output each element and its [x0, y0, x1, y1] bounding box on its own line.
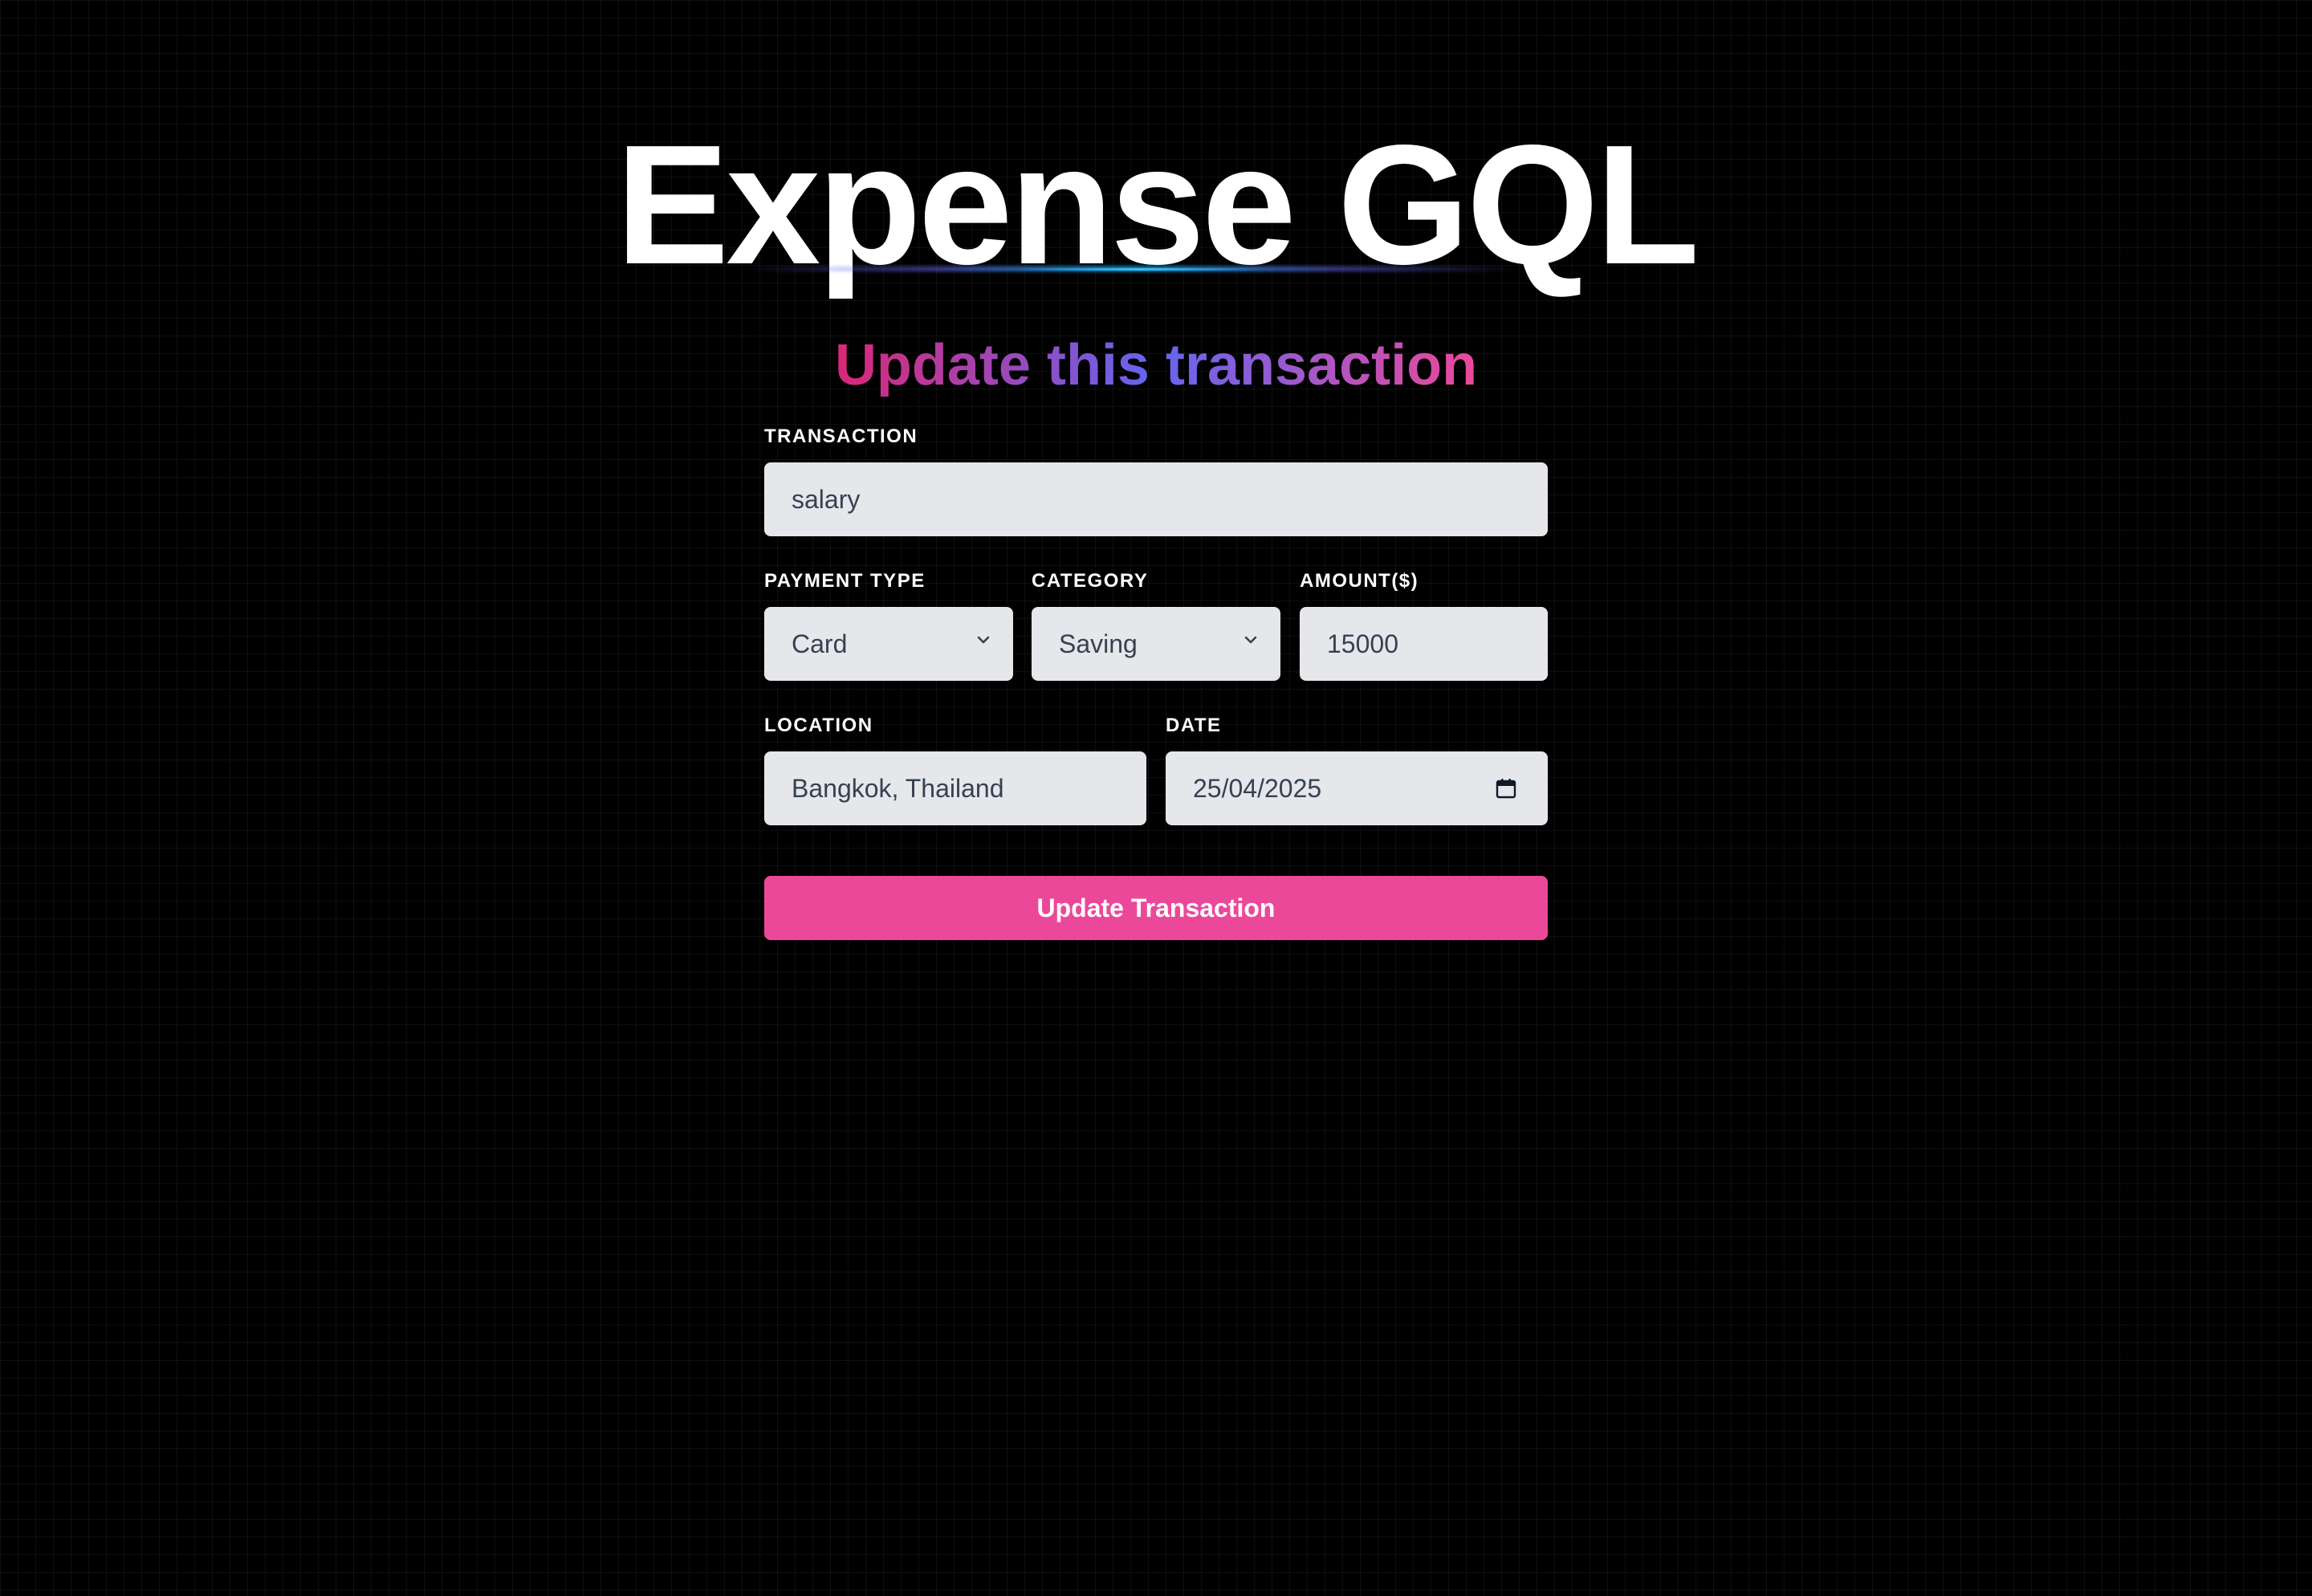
amount-field: AMOUNT($) 15000 [1300, 570, 1548, 681]
payment-type-label: PAYMENT TYPE [764, 570, 926, 592]
payment-type-select[interactable]: Card [764, 607, 1013, 681]
category-label: CATEGORY [1032, 570, 1149, 592]
location-label: LOCATION [764, 715, 873, 736]
transaction-input[interactable]: salary [764, 462, 1548, 536]
form-heading: Update this transaction [0, 329, 2312, 401]
calendar-icon[interactable] [1495, 777, 1517, 800]
app-title: Expense GQL [615, 109, 1699, 299]
date-label: DATE [1166, 715, 1222, 736]
payment-type-field: PAYMENT TYPE Card [764, 570, 1013, 681]
form-heading-text: Update this transaction [834, 333, 1478, 397]
amount-label: AMOUNT($) [1300, 570, 1419, 592]
title-glow-core [1020, 268, 1260, 271]
update-transaction-button[interactable]: Update Transaction [764, 876, 1548, 940]
category-value: Saving [1059, 629, 1138, 658]
category-field: CATEGORY Saving [1032, 570, 1280, 681]
date-field: DATE 25/04/2025 [1166, 715, 1548, 825]
location-input[interactable]: Bangkok, Thailand [764, 751, 1146, 825]
category-select[interactable]: Saving [1032, 607, 1280, 681]
transaction-field: TRANSACTION salary [764, 425, 1548, 536]
chevron-down-icon [1242, 631, 1260, 649]
date-input[interactable]: 25/04/2025 [1166, 751, 1548, 825]
payment-type-value: Card [792, 629, 848, 658]
date-value: 25/04/2025 [1193, 774, 1322, 803]
location-field: LOCATION Bangkok, Thailand [764, 715, 1146, 825]
amount-input[interactable]: 15000 [1300, 607, 1548, 681]
chevron-down-icon [975, 631, 992, 649]
transaction-label: TRANSACTION [764, 425, 918, 447]
